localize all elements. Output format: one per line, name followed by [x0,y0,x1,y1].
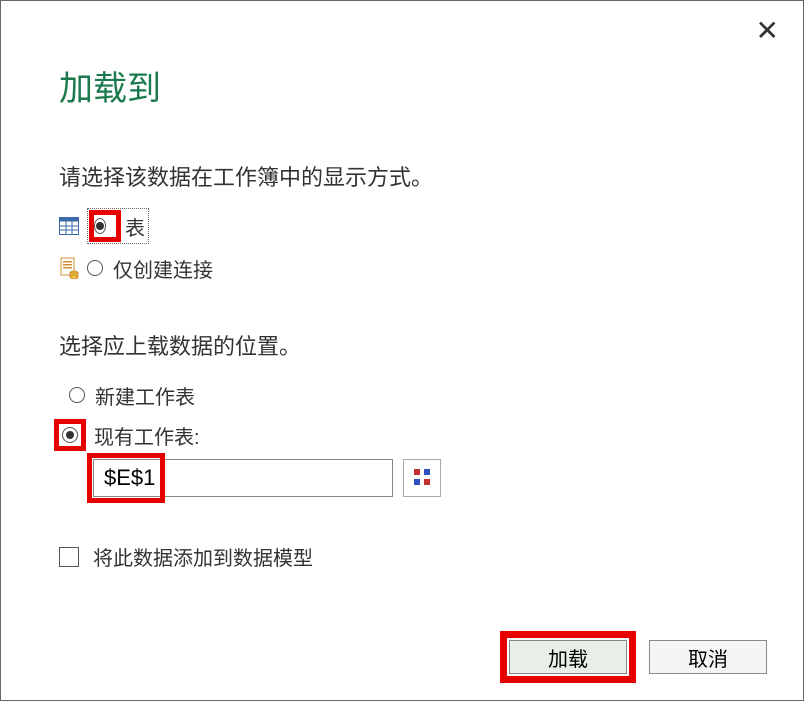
option-new-sheet-label: 新建工作表 [95,381,195,410]
close-icon[interactable]: ✕ [756,17,779,45]
load-button[interactable]: 加载 [509,640,627,674]
dialog-title: 加载到 [59,61,745,110]
connection-icon [59,257,79,279]
radio-existing-sheet[interactable] [62,427,78,443]
display-mode-label: 请选择该数据在工作簿中的显示方式。 [59,160,745,192]
datamodel-checkbox-row: 将此数据添加到数据模型 [59,542,745,571]
range-picker-button[interactable] [403,459,441,497]
focused-option: 表 [87,208,149,244]
highlight-table-radio [89,210,121,242]
radio-connection[interactable] [87,260,103,276]
cancel-button-wrap: 取消 [649,640,767,674]
dialog-buttons: 加载 取消 [509,640,767,674]
table-icon [59,217,79,235]
highlight-existing-radio [54,419,86,451]
option-new-sheet-row: 新建工作表 [69,379,745,411]
checkbox-datamodel[interactable] [59,547,79,567]
option-existing-sheet-label: 现有工作表: [94,421,200,450]
load-to-dialog: ✕ 加载到 请选择该数据在工作簿中的显示方式。 表 [0,0,804,701]
option-connection-row: 仅创建连接 [59,252,745,284]
location-label: 选择应上载数据的位置。 [59,329,745,361]
cell-reference-input[interactable] [93,459,393,497]
load-button-wrap: 加载 [509,640,627,674]
cancel-button[interactable]: 取消 [649,640,767,674]
cell-reference-row [93,459,745,497]
option-connection-label: 仅创建连接 [113,254,213,283]
location-section: 选择应上载数据的位置。 新建工作表 现有工作表: [59,329,745,497]
option-table-label: 表 [125,212,145,241]
radio-new-sheet[interactable] [69,387,85,403]
dialog-content: 加载到 请选择该数据在工作簿中的显示方式。 表 [1,1,803,601]
option-table-row: 表 [59,210,745,242]
cell-input-container [93,459,393,497]
radio-table[interactable] [94,218,106,234]
checkbox-datamodel-label: 将此数据添加到数据模型 [93,542,313,571]
option-existing-sheet-row: 现有工作表: [59,419,745,451]
range-picker-icon [413,468,431,489]
